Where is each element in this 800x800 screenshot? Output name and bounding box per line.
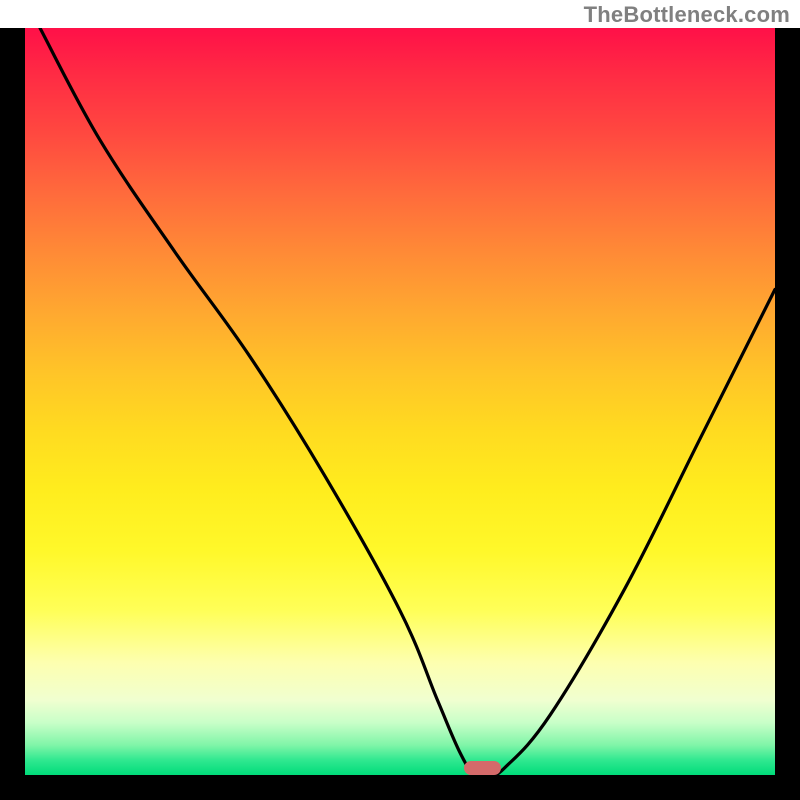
chart-frame [0, 28, 800, 800]
sweet-spot-marker [464, 761, 502, 775]
bottleneck-curve [25, 28, 775, 775]
watermark-text: TheBottleneck.com [584, 2, 790, 28]
plot-area [25, 28, 775, 775]
